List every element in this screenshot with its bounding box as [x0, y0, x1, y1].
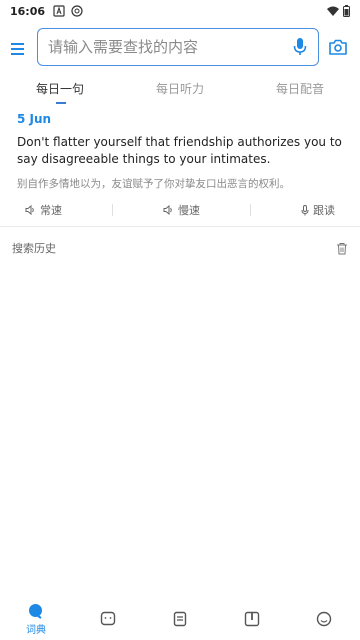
bottom-navigation: 词典	[0, 598, 360, 640]
tab-daily-sentence[interactable]: 每日一句	[0, 74, 120, 104]
follow-read-label: 跟读	[313, 204, 335, 217]
divider	[250, 204, 251, 216]
slow-speed-label: 慢速	[178, 204, 200, 217]
nav-book[interactable]	[216, 611, 288, 627]
microphone-icon[interactable]	[292, 37, 308, 57]
speaker-icon	[25, 205, 34, 215]
normal-speed-label: 常速	[40, 204, 62, 217]
battery-icon	[343, 5, 350, 17]
status-time: 16:06	[10, 4, 46, 18]
nav-translate[interactable]	[72, 611, 144, 627]
menu-icon[interactable]	[10, 41, 28, 57]
trash-icon[interactable]	[336, 242, 348, 255]
divider	[112, 204, 113, 216]
section-divider	[0, 226, 360, 227]
document-icon	[173, 611, 187, 627]
daily-sentence-card[interactable]: 5 Jun Don't flatter yourself that friend…	[17, 112, 347, 191]
speaker-icon	[163, 205, 172, 215]
dictionary-search-icon	[29, 603, 42, 619]
book-icon	[244, 611, 260, 627]
tab-daily-dubbing[interactable]: 每日配音	[240, 74, 360, 104]
notification-search-icon	[71, 5, 83, 17]
camera-icon[interactable]	[328, 38, 348, 56]
wifi-icon	[327, 6, 339, 16]
smiley-icon	[316, 611, 332, 627]
search-input[interactable]	[48, 38, 292, 56]
daily-english-sentence: Don't flatter yourself that friendship a…	[17, 135, 342, 166]
normal-speed-button[interactable]: 常速	[25, 202, 62, 218]
daily-tabs: 每日一句 每日听力 每日配音	[0, 74, 360, 104]
search-history-title: 搜索历史	[12, 242, 56, 255]
notification-a-icon	[53, 5, 65, 17]
search-history-header: 搜索历史	[12, 240, 348, 256]
tab-daily-listening[interactable]: 每日听力	[120, 74, 240, 104]
microphone-icon	[301, 204, 309, 215]
nav-notes[interactable]	[144, 611, 216, 627]
nav-dictionary-label: 词典	[26, 624, 46, 636]
search-box	[37, 28, 319, 66]
daily-chinese-translation: 别自作多情地以为，友谊赋予了你对挚友口出恶言的权利。	[17, 178, 290, 190]
status-bar: 16:06	[0, 0, 360, 22]
nav-dictionary[interactable]: 词典	[0, 603, 72, 636]
daily-date: 5 Jun	[17, 112, 52, 126]
playback-actions: 常速 慢速 跟读	[0, 198, 360, 222]
follow-read-button[interactable]: 跟读	[301, 202, 335, 218]
nav-profile[interactable]	[288, 611, 360, 627]
chat-square-icon	[100, 611, 116, 626]
slow-speed-button[interactable]: 慢速	[163, 202, 200, 218]
